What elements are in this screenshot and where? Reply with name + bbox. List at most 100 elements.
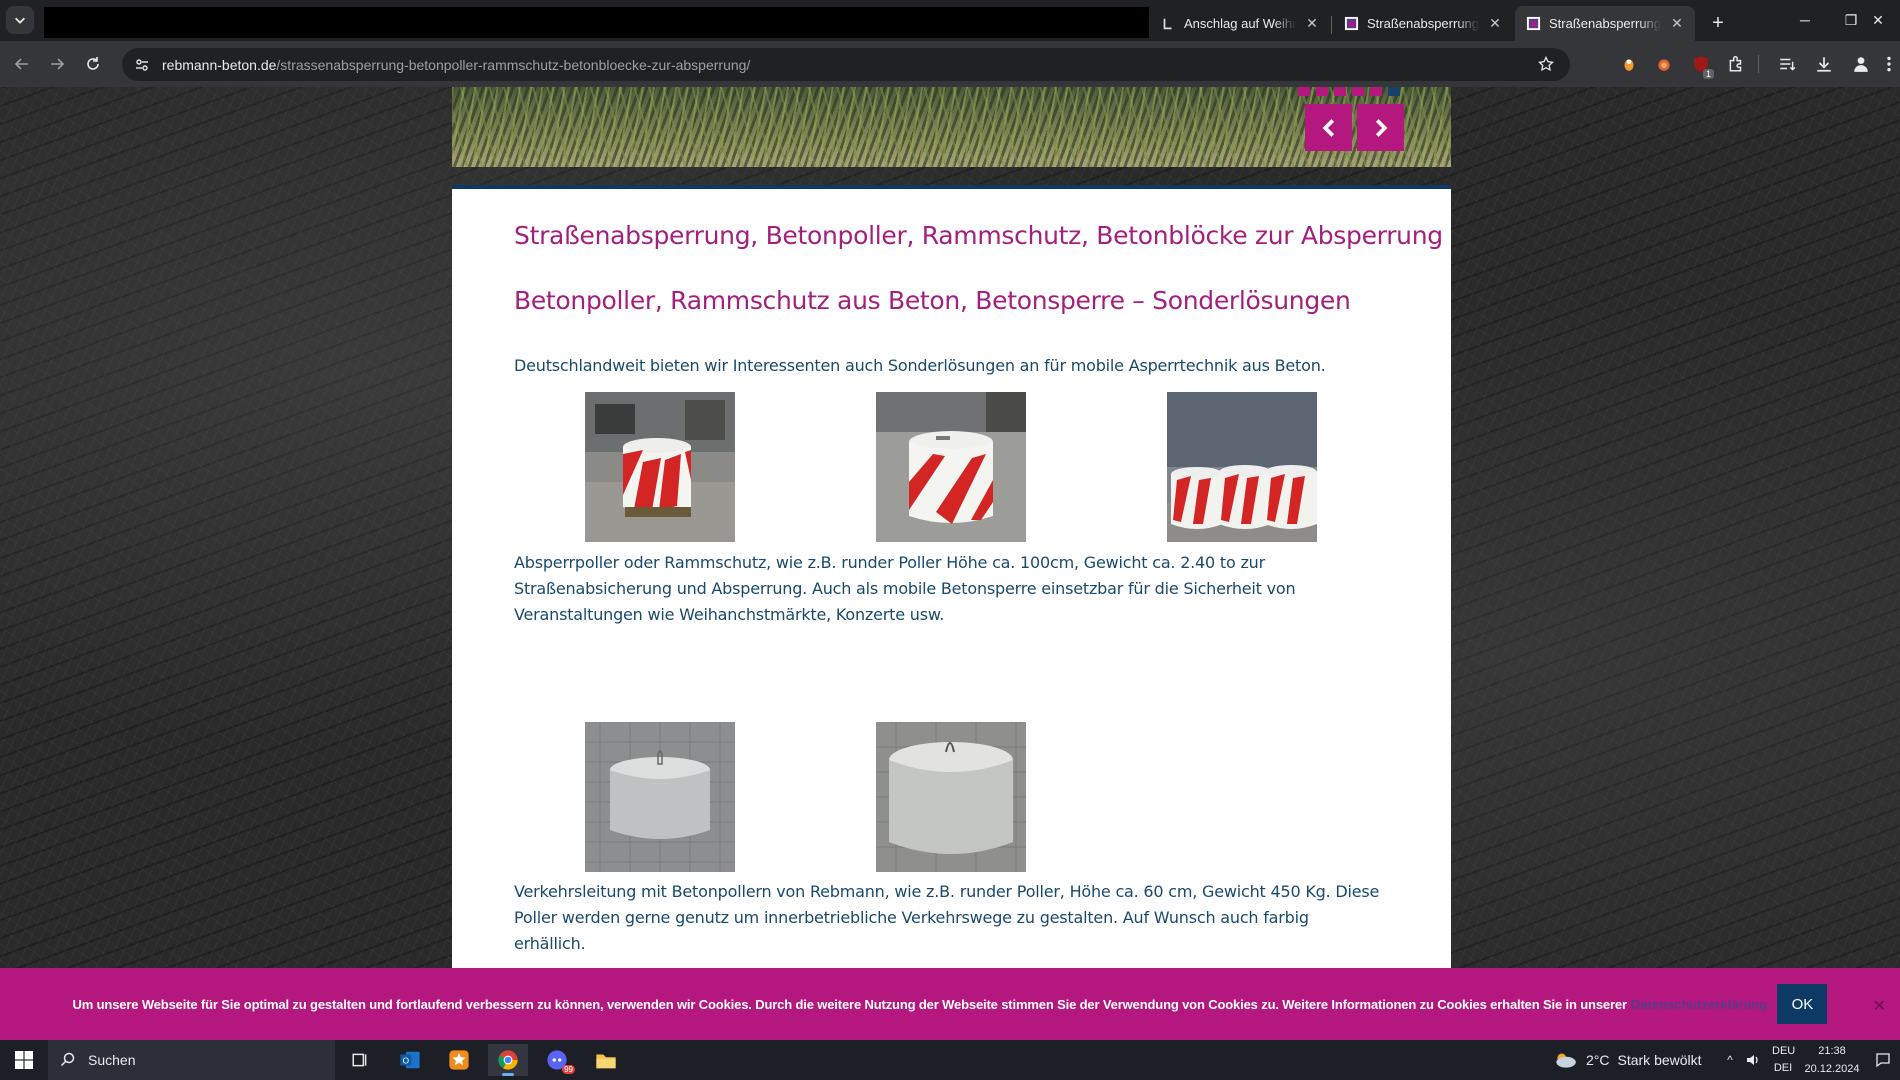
- page-viewport: Straßenabsperrung, Betonpoller, Rammschu…: [0, 87, 1900, 1040]
- slider-dot[interactable]: [1370, 87, 1382, 96]
- taskbar-search[interactable]: Suchen: [48, 1040, 335, 1080]
- extensions-puzzle-icon[interactable]: [1725, 53, 1747, 75]
- task-view-icon[interactable]: [340, 1044, 380, 1076]
- discord-badge: 99: [562, 1065, 575, 1074]
- extension-badge: 1: [1702, 69, 1714, 79]
- header-grass-banner: [452, 87, 1451, 167]
- site-settings-icon[interactable]: [128, 51, 156, 79]
- tab-label: Straßenabsperrung, Betonpoller: [1367, 16, 1479, 31]
- tab-label: Straßenabsperrung, Betonpoller: [1549, 16, 1661, 31]
- svg-text:O: O: [403, 1056, 410, 1065]
- browser-toolbar: rebmann-beton.de/strassenabsperrung-beto…: [0, 41, 1900, 87]
- tab-strassenabsperrung-1[interactable]: Straßenabsperrung, Betonpoller ✕: [1333, 6, 1513, 41]
- slider-prev-button[interactable]: [1305, 104, 1352, 151]
- extension-orange-icon[interactable]: [1618, 53, 1640, 75]
- tray-overflow-icon[interactable]: ^: [1720, 1040, 1740, 1080]
- windows-taskbar: Suchen O 99 2°C Stark bewölkt ^ DEU DEI …: [0, 1040, 1900, 1080]
- close-window-button[interactable]: ✕: [1856, 0, 1900, 40]
- outlook-icon[interactable]: O: [390, 1044, 430, 1076]
- privacy-policy-link[interactable]: Datenschutzerklärung: [1631, 997, 1768, 1012]
- system-clock[interactable]: 21:38 20.12.2024: [1800, 1042, 1864, 1078]
- extension-fox-icon[interactable]: [1653, 53, 1675, 75]
- profile-icon[interactable]: [1850, 53, 1872, 75]
- weather-desc: Stark bewölkt: [1617, 1052, 1702, 1068]
- lang-line-2: DEI: [1773, 1062, 1793, 1074]
- site-favicon-icon: [1525, 16, 1541, 32]
- minimize-button[interactable]: ─: [1782, 0, 1828, 40]
- chevron-down-icon: [15, 17, 25, 24]
- tab-separator: [1331, 16, 1332, 34]
- tab-close-icon[interactable]: ✕: [1487, 15, 1503, 32]
- photo-concrete-bollard-2[interactable]: [876, 722, 1026, 872]
- toolbar-divider: [1758, 55, 1759, 73]
- reading-list-icon[interactable]: [1776, 53, 1798, 75]
- weather-widget[interactable]: 2°C Stark bewölkt: [1552, 1040, 1702, 1080]
- extension-ublock-icon[interactable]: 1: [1690, 53, 1714, 79]
- back-button[interactable]: [8, 50, 36, 78]
- active-app-indicator: [502, 1073, 514, 1076]
- tab-close-icon[interactable]: ✕: [1669, 15, 1685, 32]
- cookie-consent-bar: Um unsere Webseite für Sie optimal zu ge…: [0, 968, 1900, 1040]
- cloud-icon: [1556, 1053, 1576, 1068]
- chrome-icon[interactable]: [488, 1044, 528, 1076]
- lang-line-1: DEU: [1772, 1045, 1796, 1057]
- clock-date: 20.12.2024: [1804, 1063, 1860, 1075]
- slider-next-button[interactable]: [1357, 104, 1404, 151]
- chevron-left-icon: [1322, 118, 1334, 137]
- page-title: Straßenabsperrung, Betonpoller, Rammschu…: [514, 221, 1443, 250]
- search-placeholder: Suchen: [88, 1052, 136, 1068]
- notification-icon[interactable]: [1870, 1040, 1896, 1080]
- download-icon[interactable]: [1813, 53, 1835, 75]
- bookmark-star-icon[interactable]: [1536, 54, 1556, 74]
- url-host: rebmann-beton.de: [162, 56, 277, 73]
- section-heading: Betonpoller, Rammschutz aus Beton, Beton…: [514, 286, 1351, 315]
- discord-icon[interactable]: 99: [537, 1044, 577, 1076]
- cookie-close-icon[interactable]: ✕: [1873, 996, 1886, 1016]
- tab-search-button[interactable]: [6, 6, 34, 34]
- tab-close-icon[interactable]: ✕: [1304, 15, 1320, 32]
- search-icon: [60, 1052, 75, 1067]
- cookie-ok-button[interactable]: OK: [1777, 984, 1828, 1024]
- slider-pagination: [1298, 87, 1400, 96]
- menu-kebab-icon[interactable]: [1882, 53, 1896, 75]
- tab-label: Anschlag auf Weihnachtsmarkt: [1184, 16, 1296, 31]
- file-explorer-icon[interactable]: [586, 1044, 626, 1076]
- slider-dot[interactable]: [1352, 87, 1364, 96]
- clock-time: 21:38: [1818, 1045, 1846, 1057]
- cookie-text: Um unsere Webseite für Sie optimal zu ge…: [72, 996, 1628, 1012]
- blank-tab-region: [44, 7, 1149, 38]
- bollard-description-2: Verkehrsleitung mit Betonpollern von Reb…: [514, 882, 1380, 953]
- volume-icon[interactable]: [1742, 1040, 1764, 1080]
- browser-tab-strip: Anschlag auf Weihnachtsmarkt ✕ Straßenab…: [0, 0, 1900, 41]
- new-tab-button[interactable]: +: [1705, 10, 1731, 36]
- chevron-right-icon: [1375, 118, 1387, 137]
- slider-dot[interactable]: [1334, 87, 1346, 96]
- url-path: /strassenabsperrung-betonpoller-rammschu…: [276, 56, 751, 73]
- tab-weihnachtsmarkt[interactable]: Anschlag auf Weihnachtsmarkt ✕: [1150, 6, 1330, 41]
- page-favicon-icon: [1160, 16, 1176, 32]
- photo-striped-bollards-group[interactable]: [1167, 392, 1317, 542]
- intro-text: Deutschlandweit bieten wir Interessenten…: [514, 356, 1326, 375]
- windows-logo-icon: [15, 1051, 33, 1069]
- slider-dot-active[interactable]: [1388, 87, 1400, 96]
- start-button[interactable]: [0, 1040, 48, 1080]
- input-language[interactable]: DEU DEI: [1772, 1043, 1796, 1077]
- reload-button[interactable]: [79, 50, 107, 78]
- bollard-description-1: Absperrpoller oder Rammschutz, wie z.B. …: [514, 553, 1296, 624]
- site-favicon-icon: [1343, 16, 1359, 32]
- tab-strassenabsperrung-active[interactable]: Straßenabsperrung, Betonpoller ✕: [1515, 6, 1695, 41]
- slider-dot[interactable]: [1316, 87, 1328, 96]
- weather-temp: 2°C: [1586, 1052, 1610, 1068]
- forward-button[interactable]: [43, 50, 71, 78]
- slider-dot[interactable]: [1298, 87, 1310, 96]
- arrow-left-icon: [14, 58, 28, 70]
- reload-icon: [87, 57, 99, 70]
- photo-striped-bollard-1[interactable]: [585, 392, 735, 542]
- photo-concrete-bollard-1[interactable]: [585, 722, 735, 872]
- photo-striped-bollard-2[interactable]: [876, 392, 1026, 542]
- app-star-icon[interactable]: [439, 1044, 479, 1076]
- url-text: rebmann-beton.de/strassenabsperrung-beto…: [162, 57, 750, 73]
- arrow-right-icon: [51, 58, 65, 70]
- main-content: Straßenabsperrung, Betonpoller, Rammschu…: [452, 189, 1451, 1040]
- address-bar[interactable]: rebmann-beton.de/strassenabsperrung-beto…: [122, 48, 1570, 81]
